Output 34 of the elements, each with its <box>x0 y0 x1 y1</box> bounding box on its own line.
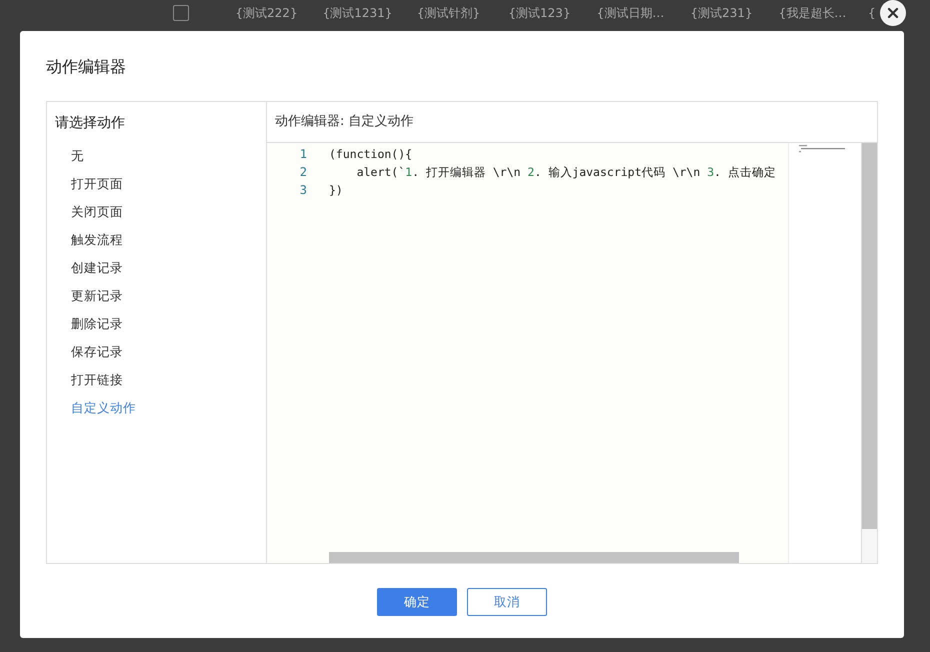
action-item[interactable]: 删除记录 <box>55 310 258 338</box>
table-cell-text: {测试1231} <box>322 4 394 22</box>
cancel-button[interactable]: 取消 <box>467 588 547 616</box>
minimap-drawing <box>799 145 847 153</box>
checkbox[interactable] <box>173 5 189 21</box>
table-cell: { <box>868 6 876 20</box>
dialog-title: 动作编辑器 <box>46 57 127 78</box>
action-item[interactable]: 无 <box>55 142 258 170</box>
horizontal-scrollbar[interactable] <box>329 552 739 563</box>
action-item[interactable]: 关闭页面 <box>55 198 258 226</box>
confirm-button[interactable]: 确定 <box>377 588 457 616</box>
table-cell-text: {测试针剂} <box>416 4 482 22</box>
vertical-scrollbar[interactable] <box>862 143 877 529</box>
action-item[interactable]: 自定义动作 <box>55 394 258 422</box>
action-item[interactable]: 创建记录 <box>55 254 258 282</box>
close-button[interactable] <box>880 0 906 26</box>
action-item[interactable]: 打开页面 <box>55 170 258 198</box>
table-cell-text: {测试222} <box>234 4 299 22</box>
table-cell-text: {测试231} <box>689 4 754 22</box>
close-icon <box>887 7 899 19</box>
action-item[interactable]: 更新记录 <box>55 282 258 310</box>
code-line: alert(`1. 打开编辑器 \r\n 2. 输入javascript代码 \r\n 3. 点击确定 <box>356 164 776 181</box>
line-number: 1 <box>300 146 307 163</box>
code-line: }) <box>329 182 344 199</box>
table-cell-text: {测试123} <box>507 4 572 22</box>
action-item[interactable]: 触发流程 <box>55 226 258 254</box>
action-list-heading: 请选择动作 <box>55 114 126 132</box>
action-item[interactable]: 打开链接 <box>55 366 258 394</box>
code-line: (function(){ <box>329 146 414 163</box>
table-cell-text: {我是超长… <box>778 4 848 22</box>
action-item[interactable]: 保存记录 <box>55 338 258 366</box>
line-number: 2 <box>300 164 307 181</box>
table-cell-text: {测试日期… <box>596 4 666 22</box>
line-number: 3 <box>300 182 307 199</box>
